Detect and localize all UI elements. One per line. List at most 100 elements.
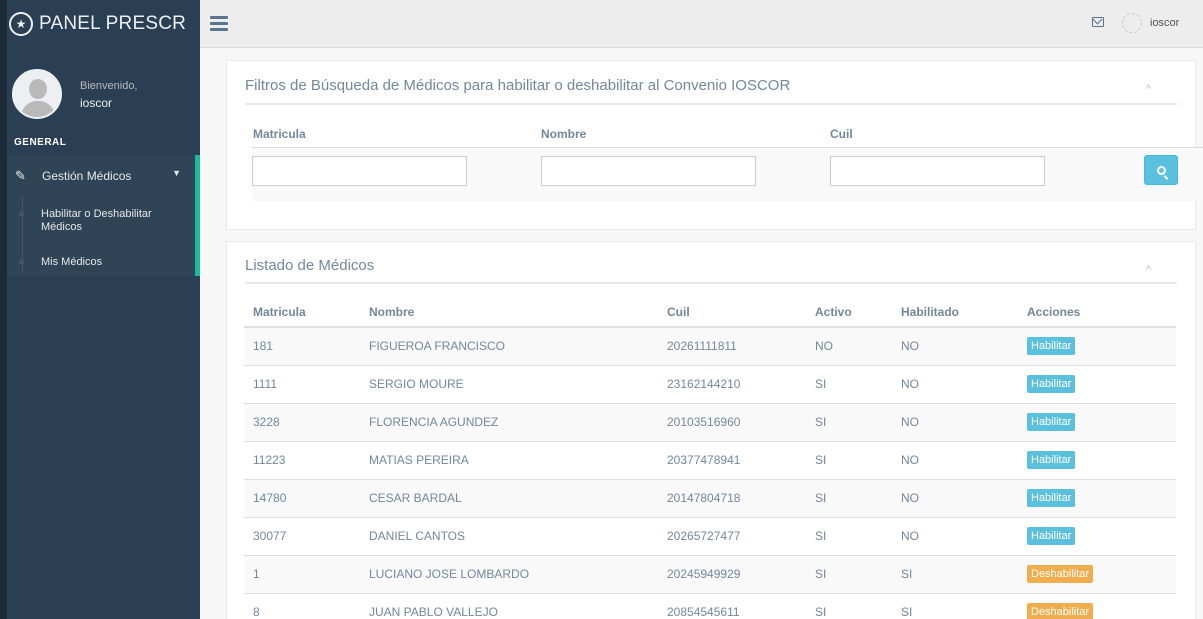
submenu-label: Mis Médicos	[41, 256, 103, 268]
filter-row	[252, 147, 1203, 201]
menu-toggle-icon[interactable]	[210, 16, 228, 34]
table-row: 3228 FLORENCIA AGUNDEZ 20103516960 SI NO Habi…	[244, 402, 1176, 441]
table-row: 8 JUAN PABLO VALLEJO 20854545611 SI SI Deshab…	[244, 592, 1176, 619]
cell-activo: SI	[806, 440, 892, 479]
label-matricula: Matricula	[253, 127, 306, 141]
habilitar-button[interactable]: Habilitar	[1027, 489, 1076, 507]
table-row: 181 FIGUEROA FRANCISCO 20261111811 NO NO Habi…	[244, 326, 1176, 365]
cell-habilitado: NO	[892, 478, 1018, 517]
sidebar-edge	[0, 0, 7, 619]
cell-habilitado: SI	[892, 592, 1018, 619]
avatar	[1122, 13, 1142, 33]
cell-activo: SI	[806, 554, 892, 593]
cell-nombre: FLORENCIA AGUNDEZ	[360, 402, 658, 441]
cell-matricula: 1111	[244, 364, 360, 403]
cell-cuil: 20261111811	[658, 326, 806, 365]
cell-cuil: 20854545611	[658, 592, 806, 619]
cell-cuil: 23162144210	[658, 364, 806, 403]
cell-matricula: 3228	[244, 402, 360, 441]
menu-head-gestion-medicos[interactable]: ✎ Gestión Médicos ▼	[7, 155, 195, 196]
submenu-item-habilitar[interactable]: Habilitar o Deshabilitar Médicos	[19, 208, 171, 234]
cell-matricula: 14780	[244, 478, 360, 517]
deshabilitar-button[interactable]: Deshabilitar	[1027, 565, 1094, 583]
cell-activo: NO	[806, 326, 892, 365]
habilitar-button[interactable]: Habilitar	[1027, 375, 1076, 393]
cell-acciones: Habilitar	[1018, 326, 1176, 365]
cell-cuil: 20147804718	[658, 478, 806, 517]
col-header: Habilitado	[892, 297, 1018, 328]
cell-acciones: Habilitar	[1018, 402, 1176, 441]
search-button[interactable]	[1144, 155, 1178, 185]
cell-acciones: Deshabilitar	[1018, 592, 1176, 619]
habilitar-button[interactable]: Habilitar	[1027, 451, 1076, 469]
cell-activo: SI	[806, 516, 892, 555]
divider	[245, 103, 1177, 105]
profile: Bienvenido, ioscor	[7, 66, 200, 126]
col-header: Activo	[806, 297, 892, 328]
habilitar-button[interactable]: Habilitar	[1027, 337, 1076, 356]
chevron-up-icon[interactable]: ^	[1146, 83, 1151, 95]
nombre-input[interactable]	[541, 156, 756, 186]
bullet-icon	[19, 260, 24, 265]
menu-gestion-medicos: ✎ Gestión Médicos ▼ Habilitar o Deshabil…	[7, 155, 200, 276]
col-header: Nombre	[360, 297, 658, 328]
search-icon	[1156, 165, 1166, 175]
cell-matricula: 181	[244, 326, 360, 365]
brand[interactable]: ★ PANEL PRESCR	[7, 0, 200, 48]
sitemap-icon: ★	[9, 12, 33, 36]
cuil-input[interactable]	[830, 156, 1045, 186]
cell-nombre: JUAN PABLO VALLEJO	[360, 592, 658, 619]
cell-acciones: Habilitar	[1018, 364, 1176, 403]
cell-nombre: MATIAS PEREIRA	[360, 440, 658, 479]
deshabilitar-button[interactable]: Deshabilitar	[1027, 603, 1094, 619]
chevron-up-icon[interactable]: ^	[1146, 264, 1151, 276]
cell-acciones: Habilitar	[1018, 516, 1176, 555]
matricula-input[interactable]	[252, 156, 467, 186]
cell-habilitado: NO	[892, 516, 1018, 555]
label-nombre: Nombre	[541, 127, 587, 141]
cell-activo: SI	[806, 478, 892, 517]
habilitar-button[interactable]: Habilitar	[1027, 527, 1076, 545]
table-row: 11223 MATIAS PEREIRA 20377478941 SI NO Habili…	[244, 440, 1176, 479]
habilitar-button[interactable]: Habilitar	[1027, 413, 1076, 431]
submenu-item-mis-medicos[interactable]: Mis Médicos	[19, 256, 103, 269]
edit-icon: ✎	[15, 167, 26, 183]
bullet-icon	[19, 212, 24, 217]
cell-activo: SI	[806, 402, 892, 441]
cell-nombre: DANIEL CANTOS	[360, 516, 658, 555]
cell-activo: SI	[806, 364, 892, 403]
cell-matricula: 1	[244, 554, 360, 593]
cell-acciones: Deshabilitar	[1018, 554, 1176, 593]
user-menu[interactable]: ioscor	[1122, 13, 1179, 33]
avatar	[12, 69, 62, 119]
table-row: 1 LUCIANO JOSE LOMBARDO 20245949929 SI SI Des…	[244, 554, 1176, 593]
cell-activo: SI	[806, 592, 892, 619]
medicos-table: Matricula Nombre Cuil Activo Habilitado …	[244, 297, 1176, 619]
panel-title: Listado de Médicos	[245, 257, 375, 274]
profile-username: ioscor	[80, 96, 113, 110]
table-row: 1111 SERGIO MOURE 23162144210 SI NO Habilitar	[244, 364, 1176, 403]
cell-cuil: 20103516960	[658, 402, 806, 441]
cell-nombre: SERGIO MOURE	[360, 364, 658, 403]
cell-cuil: 20265727477	[658, 516, 806, 555]
menu-label: Gestión Médicos	[42, 168, 132, 183]
filters-panel: Filtros de Búsqueda de Médicos para habi…	[226, 60, 1203, 230]
chevron-down-icon: ▼	[172, 168, 181, 178]
col-header: Matricula	[244, 297, 360, 328]
col-header: Cuil	[658, 297, 806, 328]
cell-matricula: 8	[244, 592, 360, 619]
cell-cuil: 20377478941	[658, 440, 806, 479]
table-header: Matricula Nombre Cuil Activo Habilitado …	[244, 297, 1176, 328]
top-nav: ioscor	[200, 0, 1203, 48]
table-row: 14780 CESAR BARDAL 20147804718 SI NO Habilita…	[244, 478, 1176, 517]
panel-title: Filtros de Búsqueda de Médicos para habi…	[245, 77, 791, 94]
envelope-icon[interactable]	[1092, 17, 1104, 27]
cell-acciones: Habilitar	[1018, 478, 1176, 517]
cell-habilitado: SI	[892, 554, 1018, 593]
cell-habilitado: NO	[892, 326, 1018, 365]
divider	[245, 282, 1177, 284]
cell-matricula: 11223	[244, 440, 360, 479]
brand-title: PANEL PRESCR	[39, 13, 187, 34]
section-label: GENERAL	[14, 137, 67, 148]
cell-nombre: CESAR BARDAL	[360, 478, 658, 517]
